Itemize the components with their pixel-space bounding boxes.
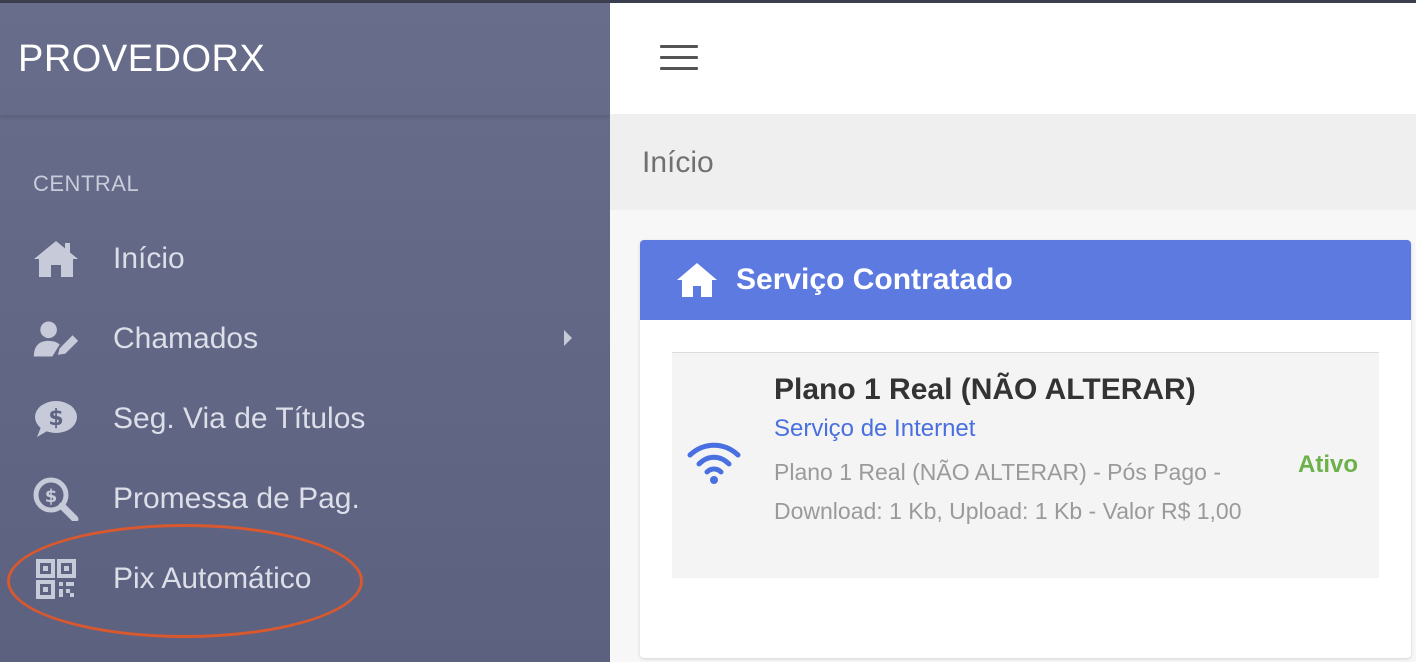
card-title: Serviço Contratado	[736, 263, 1013, 296]
chevron-right-icon	[562, 322, 574, 356]
service-card: Serviço Contratado Plano 1 Real (NÃO ALT…	[640, 240, 1411, 658]
sidebar-item-seg-via-titulos[interactable]: $ Seg. Via de Títulos	[0, 379, 610, 459]
service-type: Serviço de Internet	[774, 415, 976, 442]
qrcode-icon	[32, 557, 80, 601]
sidebar-item-label: Pix Automático	[113, 562, 312, 595]
sidebar-section-label: CENTRAL	[33, 171, 140, 196]
user-edit-icon	[32, 317, 80, 361]
breadcrumb: Início	[642, 146, 714, 179]
sidebar: PROVEDORX CENTRAL Início Chamados $ Seg.…	[0, 0, 610, 662]
sidebar-item-inicio[interactable]: Início	[0, 219, 610, 299]
sidebar-item-label: Promessa de Pag.	[113, 482, 360, 515]
card-header: Serviço Contratado	[640, 240, 1411, 320]
sidebar-item-pix-automatico[interactable]: Pix Automático	[0, 539, 610, 619]
top-bar	[610, 0, 1416, 114]
service-item[interactable]: Plano 1 Real (NÃO ALTERAR) Serviço de In…	[672, 352, 1379, 578]
status-badge: Ativo	[1298, 451, 1358, 478]
money-chat-icon: $	[32, 397, 80, 441]
sidebar-menu: Início Chamados $ Seg. Via de Títulos $ …	[0, 219, 610, 619]
sidebar-item-label: Chamados	[113, 322, 259, 355]
sidebar-item-label: Seg. Via de Títulos	[113, 402, 366, 435]
search-dollar-icon: $	[32, 477, 80, 521]
home-icon	[32, 237, 80, 281]
sidebar-item-label: Início	[113, 242, 185, 275]
home-icon	[676, 261, 718, 299]
sidebar-item-promessa-pag[interactable]: $ Promessa de Pag.	[0, 459, 610, 539]
sidebar-item-chamados[interactable]: Chamados	[0, 299, 610, 379]
svg-text:$: $	[45, 486, 58, 507]
breadcrumb-bar: Início	[610, 114, 1416, 210]
svg-text:$: $	[48, 406, 63, 431]
service-description: Plano 1 Real (NÃO ALTERAR) - Pós Pago - …	[774, 459, 1242, 524]
wifi-icon	[686, 441, 742, 485]
hamburger-icon[interactable]	[660, 45, 698, 71]
service-name: Plano 1 Real (NÃO ALTERAR)	[774, 373, 1196, 406]
brand-logo[interactable]: PROVEDORX	[0, 3, 610, 115]
